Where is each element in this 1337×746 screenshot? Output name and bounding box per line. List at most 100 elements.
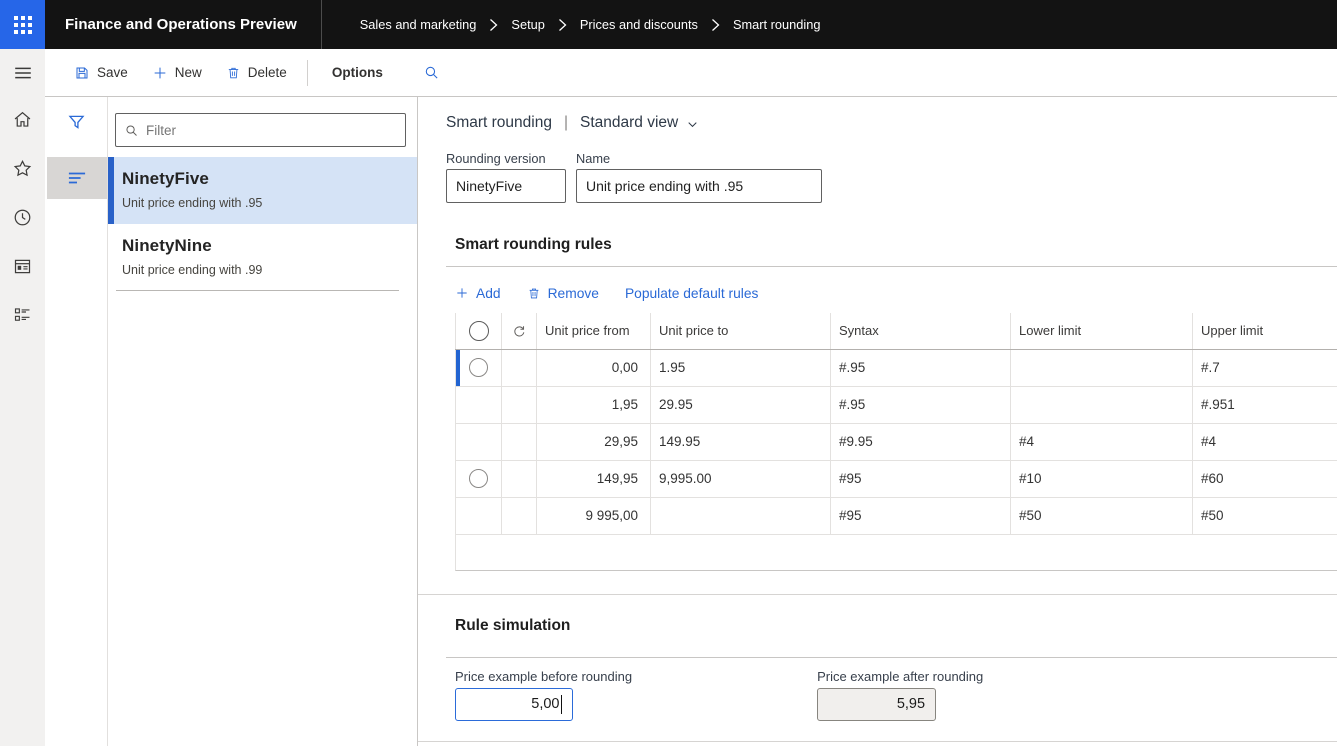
row-select-cell[interactable] [455, 349, 502, 387]
column-header-syntax[interactable]: Syntax [830, 313, 1011, 350]
list-item-ninetyfive[interactable]: NinetyFive Unit price ending with .95 [108, 157, 417, 224]
cell-syntax[interactable]: #.95 [830, 386, 1011, 424]
cell-lower-limit[interactable]: #10 [1010, 460, 1193, 498]
breadcrumb-item-setup[interactable]: Setup [511, 17, 544, 32]
cell-syntax[interactable]: #95 [830, 460, 1011, 498]
cell-upper-limit[interactable]: #.951 [1192, 386, 1337, 424]
breadcrumb-item-current[interactable]: Smart rounding [733, 17, 821, 32]
waffle-icon [13, 15, 32, 34]
column-header-upper-limit[interactable]: Upper limit [1192, 313, 1337, 350]
row-select-cell[interactable] [455, 460, 502, 498]
refresh-cell[interactable] [501, 313, 537, 350]
delete-button[interactable]: Delete [216, 59, 297, 87]
bottom-section-divider [418, 740, 1337, 742]
rounding-version-input[interactable] [446, 169, 566, 203]
cell-unit-price-to[interactable] [650, 497, 831, 535]
list-item-subtitle: Unit price ending with .99 [122, 263, 263, 277]
grid-empty-area [455, 534, 1337, 571]
row-status-cell[interactable] [501, 460, 537, 498]
cell-syntax[interactable]: #.95 [830, 349, 1011, 387]
cell-upper-limit[interactable]: #4 [1192, 423, 1337, 461]
add-label: Add [476, 285, 501, 301]
recent-nav-button[interactable] [12, 206, 34, 228]
options-button[interactable]: Options [318, 59, 397, 86]
remove-row-button[interactable]: Remove [527, 286, 599, 301]
name-input[interactable] [576, 169, 822, 203]
breadcrumb-item-prices[interactable]: Prices and discounts [580, 17, 698, 32]
cell-upper-limit[interactable]: #60 [1192, 460, 1337, 498]
detail-pane: Smart rounding | Standard view Rounding … [418, 97, 1337, 746]
refresh-icon[interactable] [511, 323, 527, 339]
row-status-cell[interactable] [501, 423, 537, 461]
grid-row-1[interactable]: 0,00 1.95 #.95 #.7 [455, 349, 1337, 387]
save-label: Save [97, 65, 128, 80]
grid-row-5[interactable]: 9 995,00 #95 #50 #50 [455, 497, 1337, 535]
home-icon [14, 111, 31, 127]
view-selector[interactable]: Standard view [580, 114, 699, 132]
row-select-cell[interactable] [455, 423, 502, 461]
chevron-right-icon [711, 18, 720, 32]
cell-lower-limit[interactable] [1010, 386, 1193, 424]
cell-syntax[interactable]: #95 [830, 497, 1011, 535]
price-before-input[interactable]: 5,00 [455, 687, 573, 721]
row-select-cell[interactable] [455, 497, 502, 535]
grid-row-2[interactable]: 1,95 29.95 #.95 #.951 [455, 386, 1337, 424]
cell-unit-price-from[interactable]: 9 995,00 [536, 497, 651, 535]
row-status-cell[interactable] [501, 349, 537, 387]
master-list-panel: NinetyFive Unit price ending with .95 Ni… [107, 97, 418, 746]
row-radio[interactable] [469, 469, 488, 488]
clock-icon [14, 209, 31, 225]
cell-lower-limit[interactable]: #4 [1010, 423, 1193, 461]
rules-grid-container: Unit price from Unit price to Syntax Low… [446, 313, 1337, 571]
grid-row-4[interactable]: 149,95 9,995.00 #95 #10 #60 [455, 460, 1337, 498]
cell-unit-price-from[interactable]: 29,95 [536, 423, 651, 461]
save-button[interactable]: Save [64, 59, 138, 87]
workspaces-nav-button[interactable] [12, 255, 34, 277]
column-header-lower-limit[interactable]: Lower limit [1010, 313, 1193, 350]
cell-upper-limit[interactable]: #50 [1192, 497, 1337, 535]
nav-expand-button[interactable] [0, 49, 45, 97]
cell-unit-price-to[interactable]: 149.95 [650, 423, 831, 461]
app-launcher-button[interactable] [0, 0, 45, 49]
cell-unit-price-from[interactable]: 1,95 [536, 386, 651, 424]
filter-pane-button[interactable] [45, 105, 107, 139]
row-select-cell[interactable] [455, 386, 502, 424]
column-header-unit-price-to[interactable]: Unit price to [650, 313, 831, 350]
cell-lower-limit[interactable] [1010, 349, 1193, 387]
modules-nav-button[interactable] [12, 304, 34, 326]
grid-row-3[interactable]: 29,95 149.95 #9.95 #4 #4 [455, 423, 1337, 461]
cell-unit-price-to[interactable]: 9,995.00 [650, 460, 831, 498]
cell-lower-limit[interactable]: #50 [1010, 497, 1193, 535]
list-view-button[interactable] [47, 157, 107, 199]
product-title: Finance and Operations Preview [65, 16, 297, 33]
section-divider [418, 593, 1337, 595]
column-header-unit-price-from[interactable]: Unit price from [536, 313, 651, 350]
cell-unit-price-to[interactable]: 1.95 [650, 349, 831, 387]
cell-unit-price-from[interactable]: 149,95 [536, 460, 651, 498]
select-all-cell[interactable] [455, 313, 502, 350]
list-filter-input[interactable] [146, 122, 397, 138]
cell-unit-price-to[interactable]: 29.95 [650, 386, 831, 424]
price-after-label: Price example after rounding [817, 668, 984, 684]
options-label: Options [331, 65, 383, 80]
cell-syntax[interactable]: #9.95 [830, 423, 1011, 461]
cell-unit-price-from[interactable]: 0,00 [536, 349, 651, 387]
populate-default-rules-button[interactable]: Populate default rules [625, 286, 758, 301]
row-status-cell[interactable] [501, 497, 537, 535]
trash-icon [529, 288, 538, 298]
cell-upper-limit[interactable]: #.7 [1192, 349, 1337, 387]
list-item-ninetynine[interactable]: NinetyNine Unit price ending with .99 [108, 224, 417, 291]
row-radio[interactable] [469, 358, 488, 377]
simulation-fields: Price example before rounding 5,00 Price… [446, 669, 1337, 721]
title-separator: | [563, 114, 569, 131]
list-filter-field[interactable] [115, 113, 406, 147]
add-row-button[interactable]: Add [455, 286, 501, 301]
home-nav-button[interactable] [12, 108, 34, 130]
breadcrumb-item-module[interactable]: Sales and marketing [360, 17, 477, 32]
new-button[interactable]: New [142, 59, 212, 87]
row-status-cell[interactable] [501, 386, 537, 424]
favorites-nav-button[interactable] [12, 157, 34, 179]
select-all-radio[interactable] [468, 320, 489, 341]
command-search-button[interactable] [413, 58, 450, 87]
page-header: Smart rounding | Standard view [446, 112, 1337, 134]
